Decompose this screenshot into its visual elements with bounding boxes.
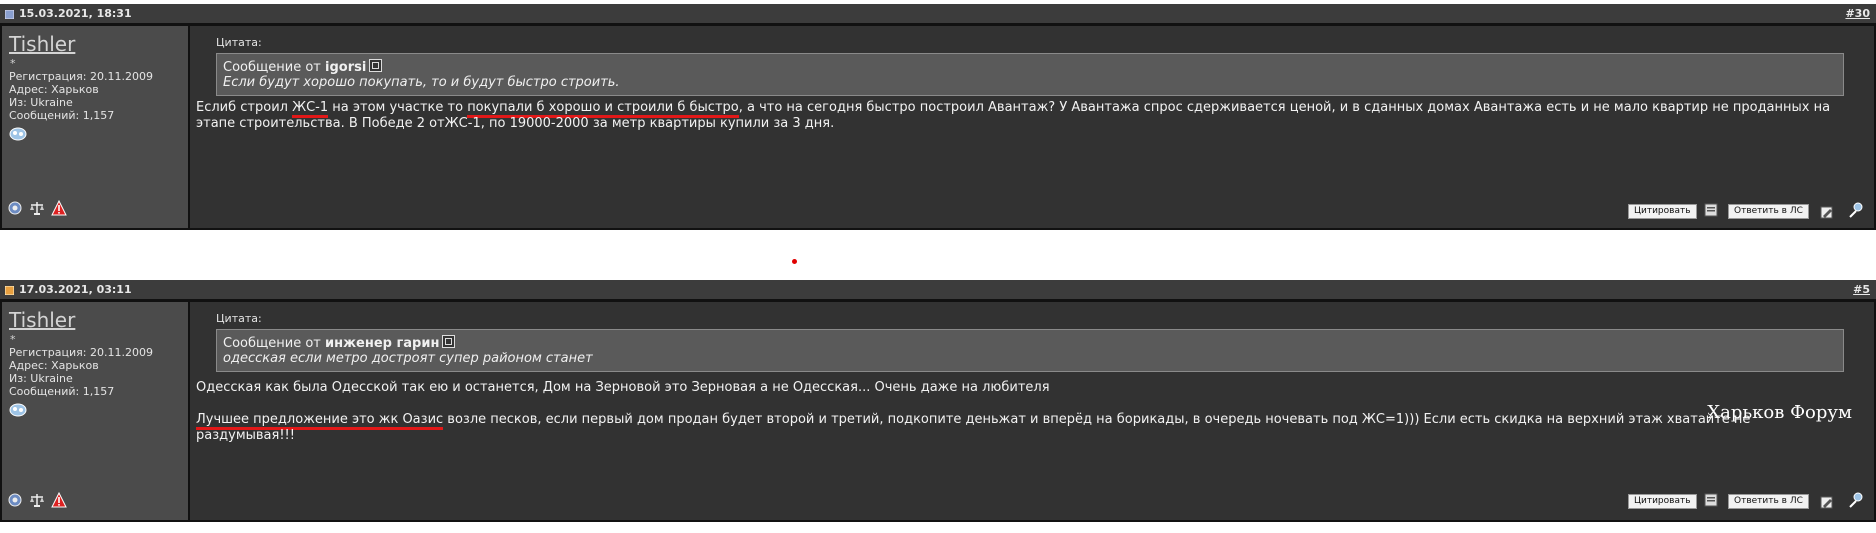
quote-label: Цитата: (216, 36, 262, 49)
quote-box: Сообщение от инженер гарин одесская если… (216, 329, 1844, 372)
user-details: Регистрация: 20.11.2009 Адрес: Харьков И… (9, 346, 153, 398)
user-message-count: Сообщений: 1,157 (9, 385, 115, 398)
quote-button[interactable]: Цитировать (1628, 204, 1697, 219)
post-number-link[interactable]: #5 (1853, 283, 1870, 296)
edit-icon[interactable] (1820, 204, 1834, 219)
post-number: #30 (1845, 7, 1870, 20)
warning-icon[interactable] (51, 491, 67, 508)
post-message: Еслиб строил ЖС-1 на этом участке то пок… (196, 100, 1844, 132)
user-address: Адрес: Харьков (9, 359, 99, 372)
post-date: 15.03.2021, 18:31 (19, 7, 132, 20)
pm-reply-button[interactable]: Ответить в ЛС (1728, 204, 1809, 219)
post-date: 17.03.2021, 03:11 (19, 283, 132, 296)
quote-box: Сообщение от igorsi Если будут хорошо по… (216, 53, 1844, 96)
post-number: #5 (1853, 283, 1870, 296)
user-status-icon (9, 126, 27, 141)
view-post-icon[interactable] (442, 335, 456, 348)
view-post-icon[interactable] (369, 59, 383, 72)
user-info-panel: Tishler * Регистрация: 20.11.2009 Адрес:… (2, 302, 188, 520)
user-status-icon (9, 402, 27, 417)
forum-watermark: Харьков Форум (1707, 402, 1852, 423)
post-1: 15.03.2021, 18:31 #30 Tishler * Регистра… (0, 4, 1876, 230)
thanks-icon[interactable] (1848, 492, 1863, 508)
scales-icon[interactable] (29, 492, 45, 508)
user-actions (7, 199, 67, 216)
user-actions (7, 491, 67, 508)
multiquote-icon[interactable] (1704, 202, 1718, 217)
user-address: Адрес: Харьков (9, 83, 99, 96)
user-registration: Регистрация: 20.11.2009 (9, 346, 153, 359)
user-details: Регистрация: 20.11.2009 Адрес: Харьков И… (9, 70, 153, 122)
quote-button[interactable]: Цитировать (1628, 494, 1697, 509)
warning-icon[interactable] (51, 199, 67, 216)
message-text: на этом участке то (328, 100, 468, 115)
quote-label: Цитата: (216, 312, 262, 325)
message-line: Лучшее предложение это жк Оазис возле пе… (196, 412, 1844, 444)
post-body: Цитата: Сообщение от инженер гарин одесс… (190, 302, 1874, 520)
post-body: Цитата: Сообщение от igorsi Если будут х… (190, 26, 1874, 228)
user-country: Из: Ukraine (9, 372, 73, 385)
post-status-icon (4, 9, 15, 20)
pm-reply-button[interactable]: Ответить в ЛС (1728, 494, 1809, 509)
quote-author: igorsi (325, 60, 367, 75)
user-info-panel: Tishler * Регистрация: 20.11.2009 Адрес:… (2, 26, 188, 228)
username-link[interactable]: Tishler (9, 308, 75, 332)
user-rank: * (10, 333, 16, 346)
scales-icon[interactable] (29, 200, 45, 216)
post-header: 17.03.2021, 03:11 #5 (0, 280, 1876, 300)
quote-header: Сообщение от инженер гарин (223, 335, 456, 351)
quote-from-prefix: Сообщение от (223, 60, 321, 75)
post-message: Одесская как была Одесской так ею и оста… (196, 380, 1844, 444)
message-text: Еслиб строил (196, 100, 293, 115)
user-registration: Регистрация: 20.11.2009 (9, 70, 153, 83)
user-message-count: Сообщений: 1,157 (9, 109, 115, 122)
multiquote-icon[interactable] (1704, 492, 1718, 507)
quote-author: инженер гарин (325, 336, 440, 351)
message-line: Одесская как была Одесской так ею и оста… (196, 380, 1050, 395)
user-country: Из: Ukraine (9, 96, 73, 109)
post-header: 15.03.2021, 18:31 #30 (0, 4, 1876, 24)
post-number-link[interactable]: #30 (1845, 7, 1870, 20)
post-2: 17.03.2021, 03:11 #5 Tishler * Регистрац… (0, 280, 1876, 522)
quote-header: Сообщение от igorsi (223, 59, 383, 75)
edit-icon[interactable] (1820, 494, 1834, 509)
quote-text: одесская если метро достроят супер район… (223, 351, 593, 366)
quote-text: Если будут хорошо покупать, то и будут б… (223, 75, 620, 90)
profile-icon[interactable] (7, 200, 23, 216)
quote-from-prefix: Сообщение от (223, 336, 321, 351)
thanks-icon[interactable] (1848, 202, 1863, 218)
red-dot-marker (792, 259, 797, 264)
post-status-icon (4, 285, 15, 296)
profile-icon[interactable] (7, 492, 23, 508)
username-link[interactable]: Tishler (9, 32, 75, 56)
user-rank: * (10, 57, 16, 70)
